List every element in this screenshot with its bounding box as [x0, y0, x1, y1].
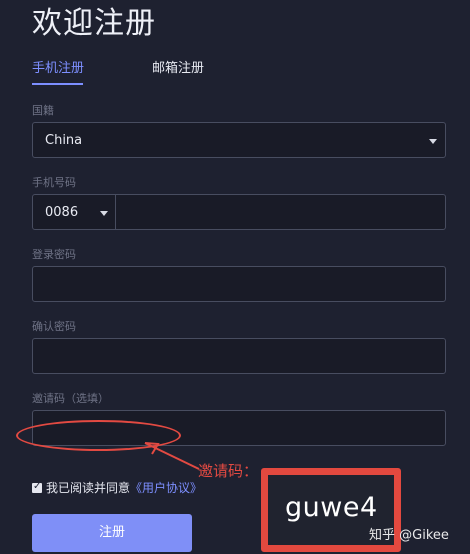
register-button[interactable]: 注册 [32, 514, 192, 552]
invite-code-label: 邀请码（选填） [32, 392, 109, 405]
phone-input[interactable] [115, 194, 446, 230]
country-select[interactable]: China [32, 122, 446, 158]
chevron-down-icon [429, 139, 437, 144]
country-label: 国籍 [32, 104, 54, 117]
tab-phone-register[interactable]: 手机注册 [32, 60, 84, 78]
invite-code-value: guwe4 [285, 492, 378, 523]
agreement-prefix: 我已阅读并同意 [46, 481, 131, 495]
annotation-arrow-icon [144, 442, 200, 470]
confirm-password-input[interactable] [32, 338, 446, 374]
phone-code-select[interactable]: 0086 [32, 194, 116, 230]
phone-code-value: 0086 [45, 205, 79, 220]
user-agreement-link[interactable]: 《用户协议》 [130, 481, 202, 495]
phone-label: 手机号码 [32, 176, 76, 189]
chevron-down-icon [100, 211, 108, 216]
page-title: 欢迎注册 [32, 6, 156, 41]
country-select-value: China [45, 133, 83, 148]
confirm-password-label: 确认密码 [32, 320, 76, 333]
password-input[interactable] [32, 266, 446, 302]
check-icon: ✓ [33, 481, 42, 492]
watermark: 知乎 @Gikee [369, 528, 449, 543]
active-tab-indicator [32, 83, 83, 85]
tab-email-register[interactable]: 邮箱注册 [152, 60, 204, 78]
agreement-text: 我已阅读并同意《用户协议》 [46, 480, 202, 497]
agreement-checkbox[interactable]: ✓ [32, 481, 42, 493]
password-label: 登录密码 [32, 248, 76, 261]
annotation-label: 邀请码： [198, 462, 259, 480]
